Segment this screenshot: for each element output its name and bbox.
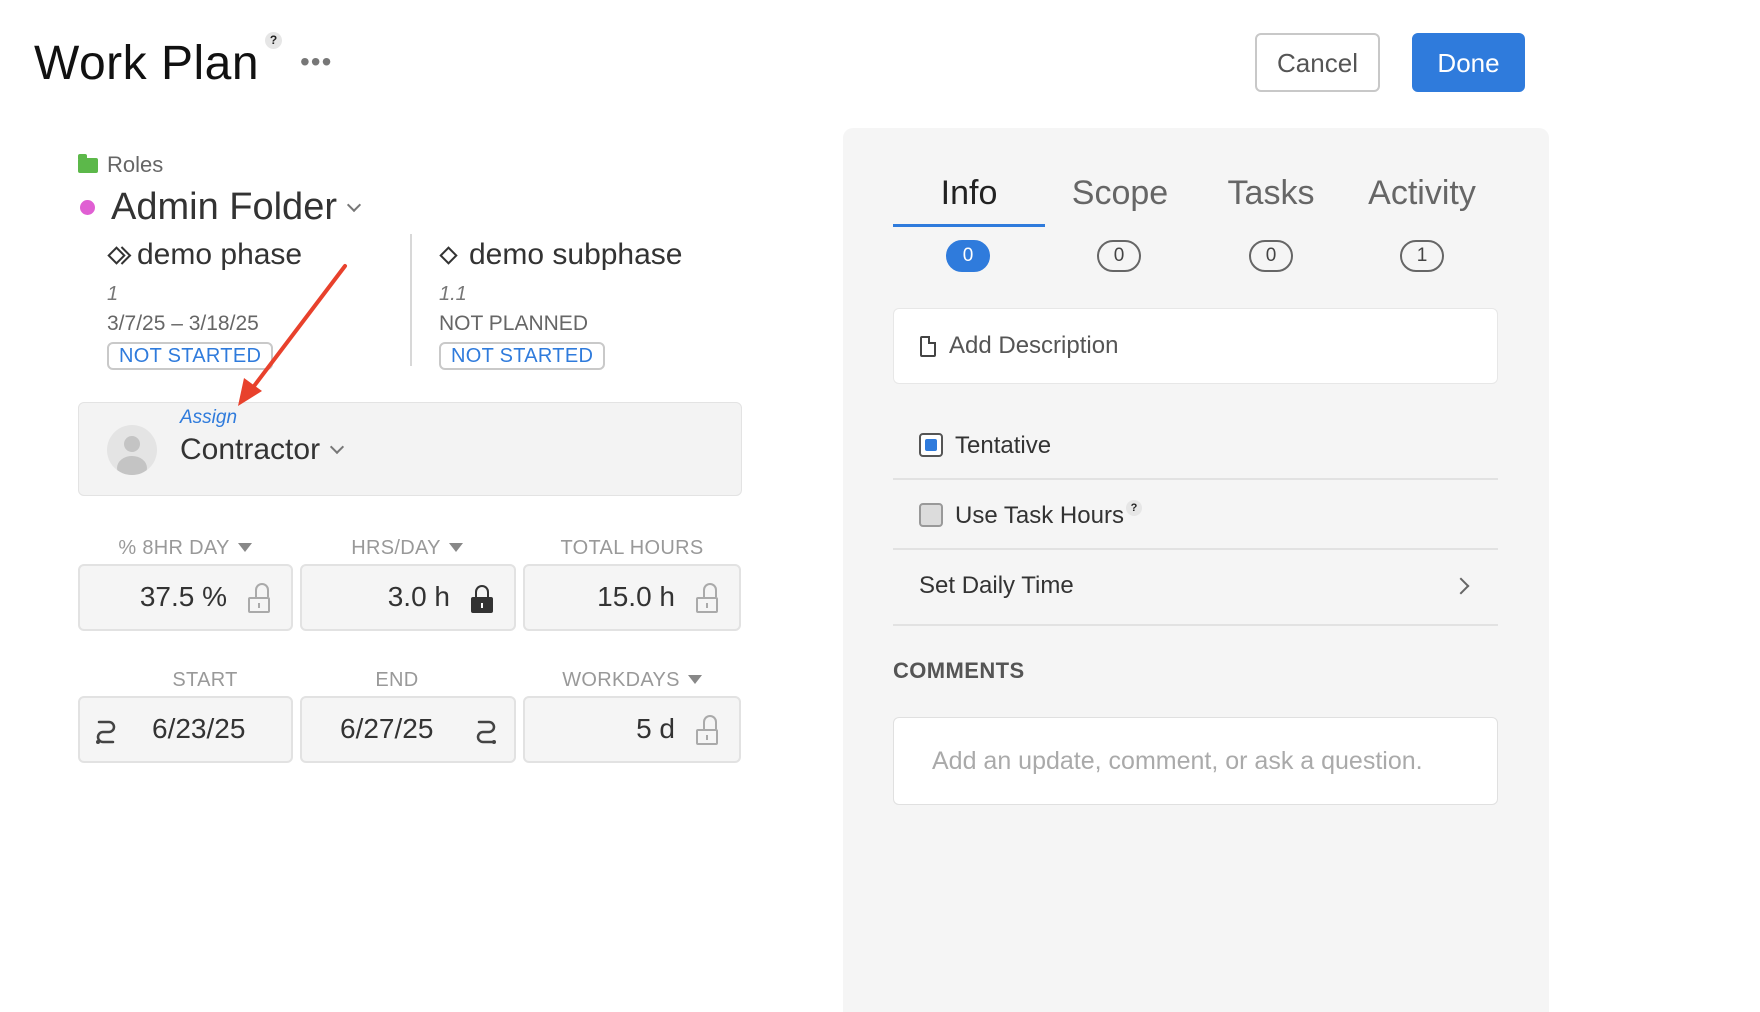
hrs-day-label[interactable]: HRS/DAY [300,537,514,560]
done-button[interactable]: Done [1412,33,1525,92]
caret-down-icon [237,543,252,552]
subphase-dates: NOT PLANNED [439,312,588,335]
phase-divider [410,234,412,366]
tab-scope[interactable]: Scope [1044,174,1196,213]
annotation-arrow-icon [238,264,347,406]
folder-icon [78,153,98,173]
total-hours-field[interactable]: 15.0 h [523,564,741,631]
subphase-name: demo subphase [469,238,683,271]
subphase-number: 1.1 [439,283,467,305]
help-icon[interactable]: ? [1126,500,1142,516]
add-description-label: Add Description [949,332,1119,359]
tentative-row: Tentative [893,410,1498,480]
total-hours-label: TOTAL HOURS [560,537,704,559]
use-task-hours-checkbox[interactable] [919,503,943,527]
add-description-button[interactable]: Add Description [893,308,1498,384]
caret-down-icon [448,543,463,552]
assignee-name: Contractor [180,433,321,466]
tentative-checkbox[interactable] [919,433,943,457]
phase-icon [107,245,126,265]
status-badge[interactable]: NOT STARTED [439,342,606,370]
use-task-hours-label: Use Task Hours [955,502,1124,529]
scope-count-badge: 0 [1097,240,1141,272]
pct-day-value[interactable]: 37.5 % [140,581,227,613]
lock-icon[interactable] [471,585,493,613]
dependency-link-icon[interactable] [474,716,498,748]
breadcrumb-folder-label: Roles [107,152,164,177]
tab-info[interactable]: Info [893,174,1045,213]
info-count-badge: 0 [946,240,990,272]
set-daily-time-label: Set Daily Time [919,572,1074,599]
end-date-value[interactable]: 6/27/25 [340,713,433,745]
unlock-icon[interactable] [248,583,270,613]
active-tab-indicator [893,224,1045,227]
activity-count-badge: 1 [1400,240,1444,272]
project-color-dot [80,200,95,215]
set-daily-time-row[interactable]: Set Daily Time [893,550,1498,626]
subphase-icon [439,245,458,265]
start-label: START [172,669,238,691]
assign-label: Assign [180,407,238,428]
tab-activity[interactable]: Activity [1346,174,1498,213]
project-selector[interactable]: Admin Folder [80,186,362,229]
chevron-down-icon [346,197,362,212]
dependency-link-icon[interactable] [94,716,118,748]
tab-tasks[interactable]: Tasks [1195,174,1347,213]
end-date-field[interactable]: 6/27/25 [300,696,516,763]
chevron-right-icon [1452,577,1470,595]
help-icon[interactable]: ? [265,32,282,49]
tasks-count-badge: 0 [1249,240,1293,272]
total-hours-value[interactable]: 15.0 h [597,581,675,613]
project-name: Admin Folder [111,186,337,228]
pct-day-field[interactable]: 37.5 % [78,564,293,631]
unlock-icon[interactable] [696,715,718,745]
tentative-label: Tentative [955,432,1052,459]
workdays-label[interactable]: WORKDAYS [525,669,739,692]
hrs-day-value[interactable]: 3.0 h [388,581,450,613]
caret-down-icon [687,675,702,684]
subphase-card: demo subphase 1.1 NOT PLANNED NOT STARTE… [439,238,683,370]
workdays-value[interactable]: 5 d [636,713,675,745]
comments-heading: COMMENTS [893,658,1025,683]
end-label: END [375,669,419,691]
comment-input[interactable] [893,717,1498,805]
assign-value: Contractor [180,433,345,467]
avatar [107,425,157,475]
use-task-hours-row: Use Task Hours ? [893,480,1498,550]
page-title: Work Plan [34,37,260,90]
start-date-value[interactable]: 6/23/25 [152,713,245,745]
cancel-button[interactable]: Cancel [1255,33,1380,92]
breadcrumb[interactable]: Roles [78,152,163,178]
document-icon [920,336,936,357]
unlock-icon[interactable] [696,583,718,613]
detail-panel: Info Scope Tasks Activity 0 0 0 1 Add De… [843,128,1549,1012]
start-date-field[interactable]: 6/23/25 [78,696,293,763]
more-options-icon[interactable]: ••• [300,48,332,76]
chevron-down-icon [329,439,345,455]
hrs-day-field[interactable]: 3.0 h [300,564,516,631]
pct-day-label[interactable]: % 8HR DAY [78,537,292,560]
assign-member-dropdown[interactable]: Assign Contractor [78,402,742,496]
workdays-field[interactable]: 5 d [523,696,741,763]
